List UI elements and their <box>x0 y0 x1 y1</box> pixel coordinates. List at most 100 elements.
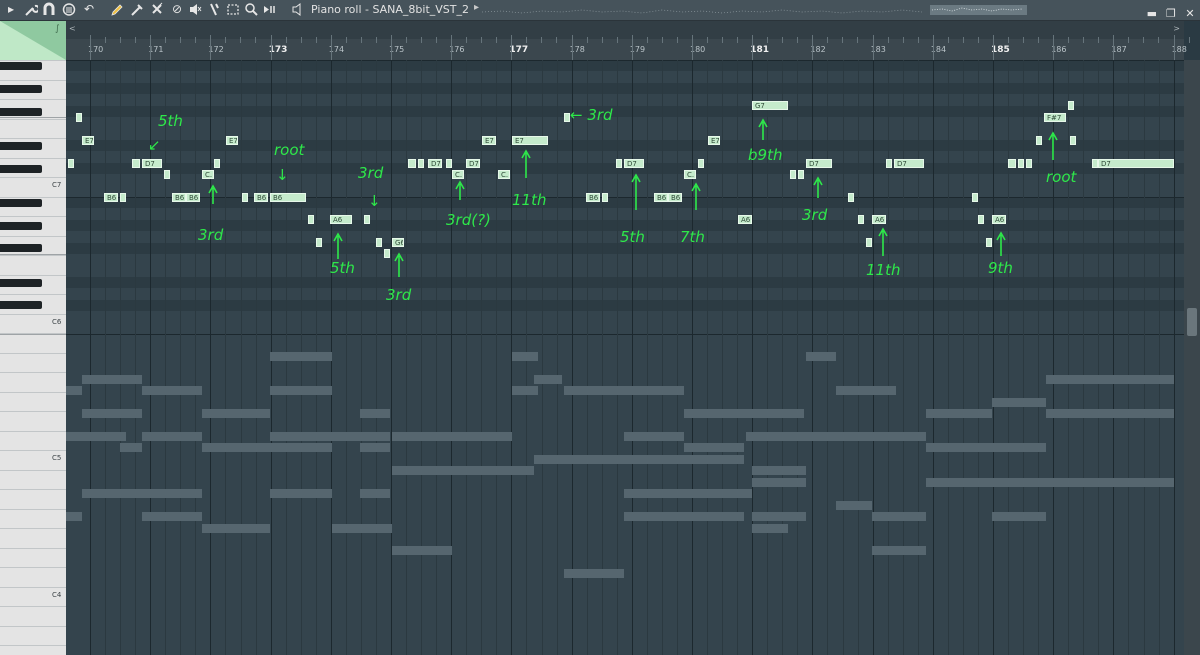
black-key[interactable] <box>0 141 42 150</box>
ruler-tick <box>812 35 814 60</box>
annotation-label: 3rd <box>198 226 224 244</box>
white-key-divider <box>0 157 66 159</box>
white-key-divider <box>0 294 66 295</box>
ruler-tick <box>406 37 407 43</box>
song-overview-strip[interactable] <box>482 4 1027 16</box>
scroll-right-icon[interactable]: > <box>1173 24 1180 33</box>
speaker-icon[interactable] <box>291 2 305 17</box>
ruler-tick <box>1158 37 1160 43</box>
vertical-scroll-thumb[interactable] <box>1187 308 1197 336</box>
ruler-tick <box>135 37 136 43</box>
pencil-icon[interactable] <box>110 2 124 17</box>
timeline-ruler[interactable]: < > 170 171 172 173 174 175 176 177 178 179 180 181… <box>66 21 1190 60</box>
title-arrow-icon[interactable]: ▸ <box>474 2 479 13</box>
white-key-divider <box>0 567 66 568</box>
ruler-tick <box>255 37 257 43</box>
black-key[interactable] <box>0 84 42 93</box>
ruler-tick <box>887 37 889 43</box>
zoom-icon[interactable] <box>244 2 258 17</box>
black-key[interactable] <box>0 107 42 116</box>
ruler-tick <box>1008 37 1009 43</box>
minimize-icon[interactable]: ▬ <box>1146 7 1158 21</box>
ruler-tick <box>616 37 618 43</box>
black-key[interactable] <box>0 164 42 173</box>
mute-icon[interactable]: ⊘ <box>170 2 184 17</box>
ruler-tick <box>977 37 979 43</box>
ruler-tick <box>827 37 829 43</box>
ruler-tick <box>993 35 994 60</box>
white-key-divider <box>0 547 66 549</box>
ruler-tick <box>601 37 603 43</box>
ruler-tick <box>737 37 738 43</box>
speaker-mute-icon[interactable] <box>188 2 202 17</box>
black-key[interactable] <box>0 198 42 207</box>
white-key-divider <box>0 372 66 373</box>
ruler-tick <box>1023 37 1024 43</box>
octave-label: C4 <box>52 591 62 600</box>
ruler-tick <box>300 37 302 43</box>
wrench-icon[interactable] <box>24 2 40 17</box>
undo-icon[interactable]: ↶ <box>82 2 96 17</box>
ruler-tick <box>1083 37 1085 43</box>
close-icon[interactable]: ✕ <box>1184 7 1196 21</box>
white-key-divider <box>0 235 66 237</box>
ruler-tick <box>872 35 874 60</box>
white-key-divider <box>0 333 66 334</box>
ruler-tick <box>857 37 859 43</box>
black-key[interactable] <box>0 278 42 287</box>
annotation-label: ↓ <box>276 166 289 184</box>
ruler-tick <box>180 37 182 43</box>
annotation-label: 5th <box>158 112 183 130</box>
annotation-label: root <box>1046 168 1078 186</box>
magnet-icon[interactable] <box>42 2 56 17</box>
select-icon[interactable] <box>226 2 240 17</box>
restore-icon[interactable]: ❐ <box>1165 7 1177 21</box>
ruler-marker-band <box>66 21 1184 39</box>
ruler-tick <box>1098 37 1100 43</box>
ruler-tick <box>421 37 422 43</box>
ruler-tick <box>692 35 693 60</box>
scroll-left-icon[interactable]: < <box>69 24 76 33</box>
white-key-divider <box>0 274 66 276</box>
ruler-tick <box>917 37 919 43</box>
ruler-tick <box>120 37 121 43</box>
handwritten-annotations: 5th ↙ 3rd root ↓ 3rd ↓ 5th 3rd 3rd(?) 11th ← 3rd 5th… <box>148 106 1078 304</box>
black-key[interactable] <box>0 301 42 310</box>
vertical-scrollbar[interactable] <box>1184 60 1200 655</box>
ruler-tick <box>225 37 227 43</box>
white-key-divider <box>0 586 66 588</box>
ruler-tick <box>1053 35 1055 60</box>
piano-keyboard[interactable]: C7 C6 C5 C4 <box>0 60 66 655</box>
white-key-divider <box>0 391 66 393</box>
ruler-tick <box>676 37 678 43</box>
ruler-tick <box>315 37 317 43</box>
ruler-tick <box>752 35 754 60</box>
white-key-divider <box>0 411 66 412</box>
white-key-divider <box>0 645 66 646</box>
ruler-tick <box>947 37 949 43</box>
slice-icon[interactable] <box>208 2 222 17</box>
white-key-divider <box>0 450 66 451</box>
ruler-tick <box>466 37 468 43</box>
ruler-tick <box>270 35 272 60</box>
annotation-label: 7th <box>680 228 705 246</box>
ruler-tick <box>1113 35 1115 60</box>
menu-arrow-icon[interactable]: ▸ <box>4 2 18 17</box>
ruler-tick <box>782 37 784 43</box>
white-key-divider <box>0 79 66 81</box>
menu-circle-icon[interactable] <box>62 2 76 17</box>
white-key-divider <box>0 118 66 120</box>
white-key-divider <box>0 60 66 61</box>
black-key[interactable] <box>0 244 42 253</box>
paint-brush-icon[interactable] <box>130 2 144 17</box>
playback-icon[interactable] <box>262 2 276 17</box>
draw-tool-icon[interactable]: ∫ <box>55 24 60 34</box>
annotation-label: 3rd <box>386 286 412 304</box>
black-key[interactable] <box>0 61 42 70</box>
ruler-tick <box>932 35 934 60</box>
ruler-tick <box>767 37 769 43</box>
black-key[interactable] <box>0 221 42 230</box>
white-key-divider <box>0 508 66 510</box>
white-key-divider <box>0 99 66 100</box>
delete-icon[interactable] <box>150 2 164 17</box>
